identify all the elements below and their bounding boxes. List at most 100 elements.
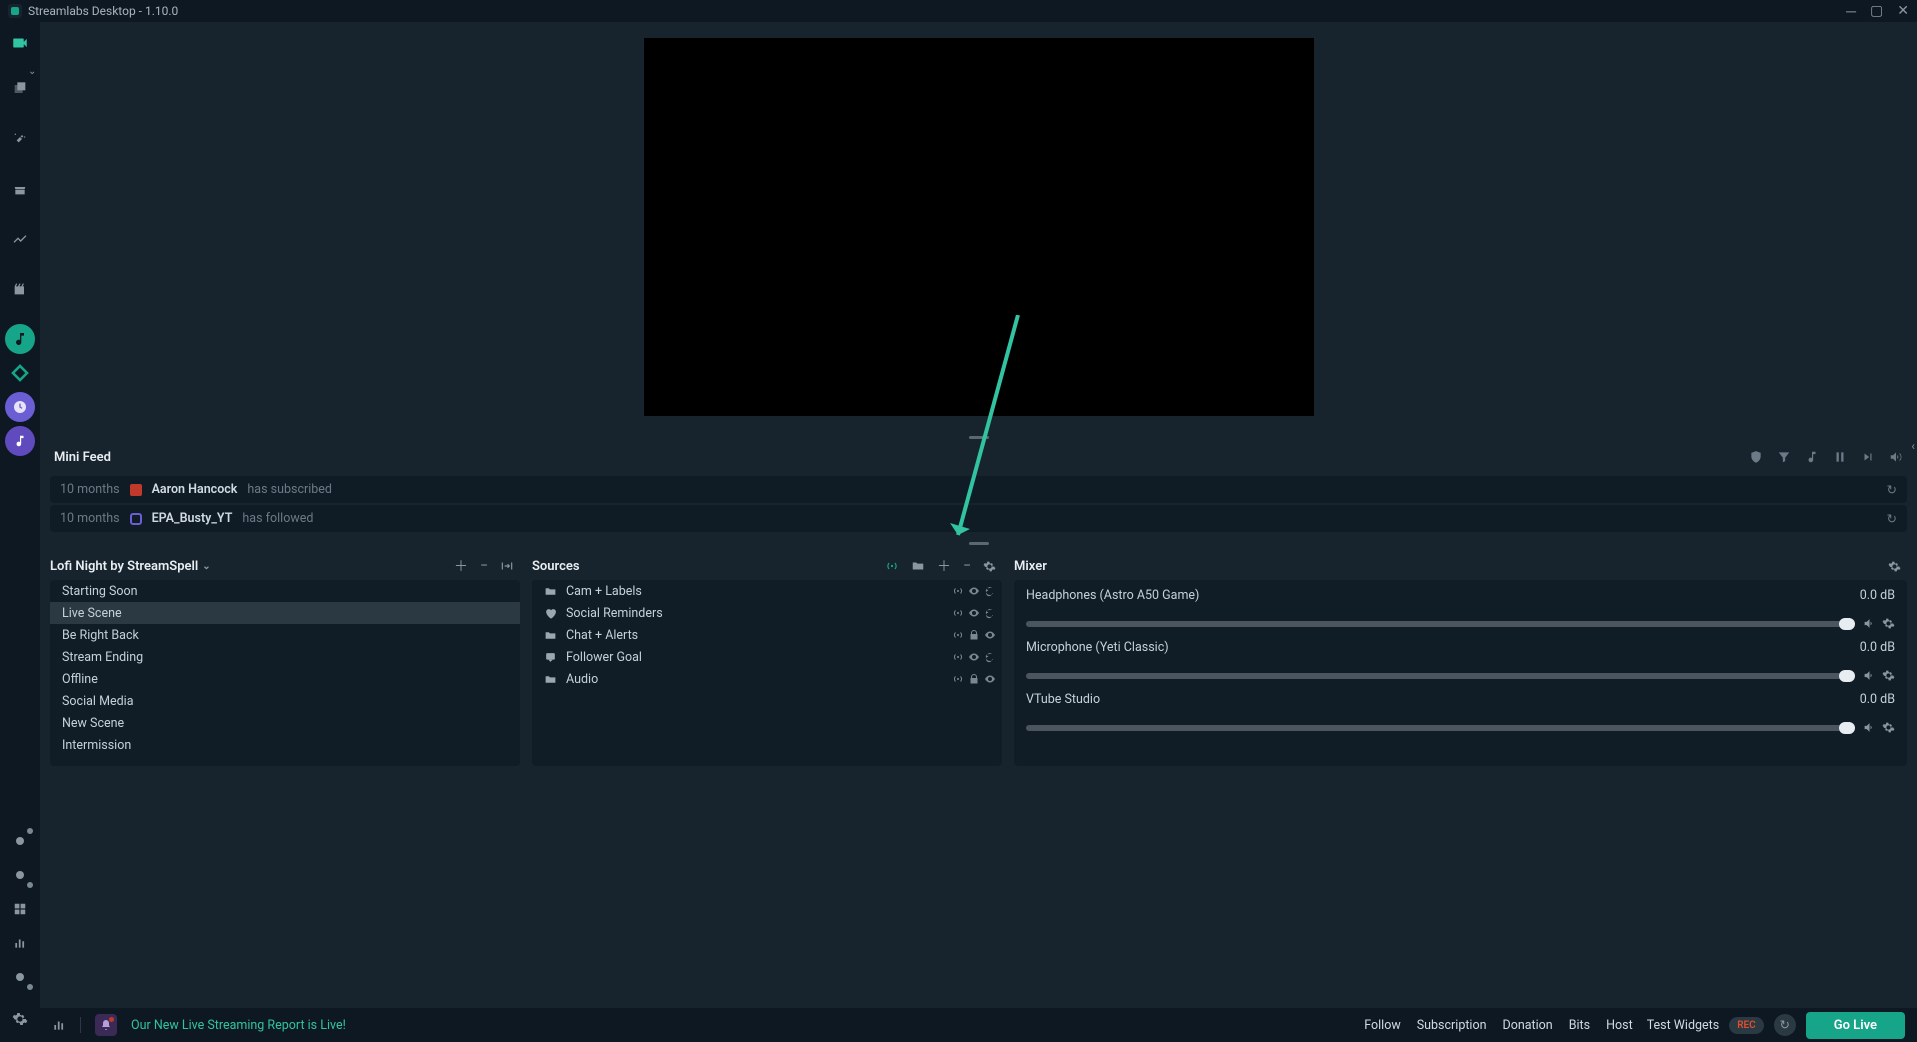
scene-item[interactable]: New Scene [50,712,520,734]
signal-icon[interactable] [952,585,964,597]
add-source-icon[interactable]: ＋ [935,554,953,578]
music-app-2-icon[interactable] [5,426,35,456]
source-item[interactable]: Audio [532,668,1002,690]
preview-canvas[interactable] [644,38,1314,416]
test-widgets-button[interactable]: Test Widgets [1647,1018,1720,1033]
eye-icon[interactable] [984,629,996,641]
refresh-icon[interactable] [984,651,996,663]
layers-icon[interactable] [5,74,35,104]
scene-item[interactable]: Starting Soon [50,580,520,602]
refresh-icon[interactable] [984,607,996,619]
settings-icon[interactable] [5,1004,35,1034]
diamond-icon[interactable] [5,358,35,388]
transition-icon[interactable] [498,557,516,575]
feed-row[interactable]: 10 months Aaron Hancock has subscribed ↻ [50,476,1907,503]
scene-item[interactable]: Intermission [50,734,520,756]
remove-scene-icon[interactable]: − [478,556,490,576]
volume-slider[interactable] [1026,673,1855,679]
skip-icon[interactable] [1861,450,1875,464]
source-settings-icon[interactable] [981,558,998,575]
music-icon[interactable] [1805,450,1819,464]
scene-item[interactable]: Stream Ending [50,646,520,668]
clapper-icon[interactable] [5,274,35,304]
drag-handle-2[interactable] [40,538,1917,548]
signal-icon[interactable] [952,651,964,663]
source-item[interactable]: Cam + Labels [532,580,1002,602]
stats-icon[interactable] [52,1018,66,1032]
scene-item[interactable]: Offline [50,668,520,690]
right-collapse-icon[interactable]: ‹ [1909,437,1917,455]
scene-item[interactable]: Live Scene [50,602,520,624]
add-scene-icon[interactable]: ＋ [452,554,470,578]
eye-icon[interactable] [968,651,980,663]
eye-icon[interactable] [968,585,980,597]
scene-collection-dropdown[interactable]: Lofi Night by StreamSpell ⌄ [50,559,211,574]
folder-icon[interactable] [909,557,927,575]
scene-item[interactable]: Be Right Back [50,624,520,646]
gear-icon[interactable] [1882,617,1895,630]
event-filter-follow[interactable]: Follow [1364,1018,1401,1033]
refresh-icon[interactable] [984,585,996,597]
drag-handle-1[interactable] [40,432,1917,442]
event-filter-donation[interactable]: Donation [1503,1018,1553,1033]
speaker-icon[interactable] [1863,669,1876,682]
mixer-track: Microphone (Yeti Classic)0.0 dB [1026,640,1895,682]
plugin-3-icon[interactable] [5,962,35,992]
feed-row[interactable]: 10 months EPA_Busty_YT has followed ↻ [50,505,1907,532]
speaker-icon[interactable] [1863,617,1876,630]
lock-icon[interactable] [968,629,980,641]
mixer-track: VTube Studio0.0 dB [1026,692,1895,734]
remove-source-icon[interactable]: − [961,556,973,576]
scene-item[interactable]: Social Media [50,690,520,712]
camera-icon[interactable] [5,28,35,58]
window-maximize-icon[interactable]: ▢ [1870,3,1883,20]
plugin-2-icon[interactable] [5,860,35,890]
source-label: Cam + Labels [566,584,642,599]
replay-buffer-icon[interactable]: ↻ [1774,1014,1796,1036]
source-item[interactable]: Social Reminders [532,602,1002,624]
gear-icon[interactable] [1882,721,1895,734]
signal-icon[interactable] [952,629,964,641]
event-filter-subscription[interactable]: Subscription [1417,1018,1487,1033]
plugin-1-icon[interactable] [5,826,35,856]
shield-icon[interactable] [1749,450,1763,464]
signal-icon[interactable] [952,607,964,619]
source-label: Follower Goal [566,650,642,665]
source-item[interactable]: Chat + Alerts [532,624,1002,646]
filter-icon[interactable] [1777,450,1791,464]
window-close-icon[interactable]: ✕ [1897,3,1909,20]
bottom-bar: Our New Live Streaming Report is Live! F… [40,1008,1917,1042]
store-icon[interactable] [5,174,35,204]
clock-app-icon[interactable] [5,392,35,422]
record-button[interactable]: REC [1729,1017,1764,1034]
badge-icon [544,651,558,664]
window-minimize-icon[interactable]: ─ [1846,3,1856,20]
event-filter-bits[interactable]: Bits [1569,1018,1590,1033]
bars-icon[interactable] [5,928,35,958]
chart-icon[interactable] [5,224,35,254]
track-db: 0.0 dB [1860,588,1895,603]
pause-icon[interactable] [1833,450,1847,464]
eye-icon[interactable] [968,607,980,619]
mixer-track: Headphones (Astro A50 Game)0.0 dB [1026,588,1895,630]
go-live-button[interactable]: Go Live [1806,1012,1905,1039]
magic-icon[interactable] [5,124,35,154]
signal-icon[interactable] [952,673,964,685]
signal-icon[interactable] [883,557,901,575]
volume-slider[interactable] [1026,621,1855,627]
event-filter-host[interactable]: Host [1606,1018,1633,1033]
speaker-icon[interactable] [1863,721,1876,734]
news-link[interactable]: Our New Live Streaming Report is Live! [131,1018,346,1033]
eye-icon[interactable] [984,673,996,685]
volume-slider[interactable] [1026,725,1855,731]
volume-icon[interactable] [1889,450,1903,464]
refresh-icon[interactable]: ↻ [1887,482,1897,498]
gear-icon[interactable] [1882,669,1895,682]
notification-bell-icon[interactable] [95,1014,117,1036]
refresh-icon[interactable]: ↻ [1887,511,1897,527]
music-app-icon[interactable] [5,324,35,354]
mixer-settings-icon[interactable] [1886,558,1903,575]
grid-icon[interactable] [5,894,35,924]
source-item[interactable]: Follower Goal [532,646,1002,668]
lock-icon[interactable] [968,673,980,685]
